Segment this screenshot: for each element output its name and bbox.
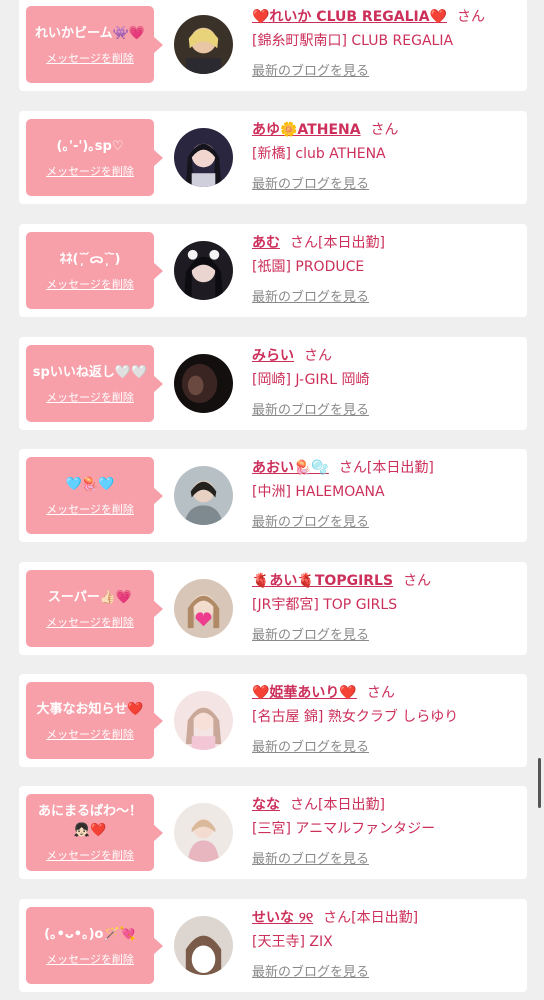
avatar[interactable] [174,579,233,638]
latest-blog-link[interactable]: 最新のブログを見る [252,848,369,867]
girl-info: ❤️姫華あいり❤️ さん [名古屋 錦] 熟女クラブ しらゆり 最新のブログを見る [252,682,522,755]
message-card: (｡'-')｡sp♡ メッセージを削除 あゆ🌼ATHENA さん [新橋] clu… [19,111,527,204]
scrollbar[interactable] [538,758,541,808]
girl-name-link[interactable]: ❤️れいか CLUB REGALIA❤️ [252,9,447,25]
message-text: 🩵🪼🩵 [65,476,115,492]
delete-message-link[interactable]: メッセージを削除 [46,726,134,742]
latest-blog-link[interactable]: 最新のブログを見る [252,60,369,79]
delete-message-link[interactable]: メッセージを削除 [46,163,134,179]
latest-blog-link[interactable]: 最新のブログを見る [252,511,369,530]
message-bubble: spいいね返し🤍🤍 メッセージを削除 [26,345,163,422]
message-bubble: (｡'-')｡sp♡ メッセージを削除 [26,119,163,196]
work-status: [本日出勤] [318,235,385,251]
girl-info: 🫀あい🫀TOPGIRLS さん [JR宇都宮] TOP GIRLS 最新のブログを… [252,570,522,643]
shop-name: [JR宇都宮] TOP GIRLS [252,597,398,613]
girl-name-link[interactable]: なな [252,797,280,813]
latest-blog-link[interactable]: 最新のブログを見る [252,736,369,755]
delete-message-link[interactable]: メッセージを削除 [46,276,134,292]
shop-name: [錦糸町駅南口] CLUB REGALIA [252,33,454,49]
message-text: ﾈﾈ(˘̩̩̩ ᷄ᯅ˘̩̩̩ ᷅) [59,251,121,267]
girl-info: せいな ୨୧ さん[本日出勤] [天王寺] ZIX 最新のブログを見る [252,907,522,980]
delete-message-link[interactable]: メッセージを削除 [46,50,134,66]
girl-info: なな さん[本日出勤] [三宮] アニマルファンタジー 最新のブログを見る [252,794,522,867]
work-status: [本日出勤] [318,797,385,813]
message-card: (｡•ᴗ•｡)o🪄💘 メッセージを削除 せいな ୨୧ さん[本日出勤] [天王寺]… [19,899,527,992]
message-bubble: (｡•ᴗ•｡)o🪄💘 メッセージを削除 [26,907,163,984]
avatar[interactable] [174,354,233,413]
girl-name-link[interactable]: あゆ🌼ATHENA [252,122,361,138]
avatar[interactable] [174,15,233,74]
message-card: ﾈﾈ(˘̩̩̩ ᷄ᯅ˘̩̩̩ ᷅) メッセージを削除 あむ さん[本日出勤] [祇… [19,224,527,317]
honorific: さん [290,235,318,251]
message-text: れいかビーム👾💗 [35,25,145,41]
message-text: スーパー👍🏻💗 [47,589,133,605]
avatar[interactable] [174,691,233,750]
shop-name: [祇園] PRODUCE [252,259,365,275]
message-bubble: 大事なお知らせ❤️ メッセージを削除 [26,682,163,759]
latest-blog-link[interactable]: 最新のブログを見る [252,173,369,192]
latest-blog-link[interactable]: 最新のブログを見る [252,961,369,980]
honorific: さん [323,910,352,926]
delete-message-link[interactable]: メッセージを削除 [46,951,134,967]
honorific: さん [456,9,485,25]
shop-name: [新橋] club ATHENA [252,146,386,162]
shop-name: [三宮] アニマルファンタジー [252,821,436,837]
honorific: さん [290,797,318,813]
work-status: [本日出勤] [351,910,419,926]
avatar[interactable] [174,241,233,300]
delete-message-link[interactable]: メッセージを削除 [46,389,134,405]
girl-name-link[interactable]: ❤️姫華あいり❤️ [252,685,357,701]
message-text: (｡•ᴗ•｡)o🪄💘 [44,926,136,942]
honorific: さん [338,460,367,476]
avatar[interactable] [174,803,233,862]
girl-info: みらい さん [岡崎] J-GIRL 岡崎 最新のブログを見る [252,345,522,418]
girl-info: あむ さん[本日出勤] [祇園] PRODUCE 最新のブログを見る [252,232,522,305]
message-bubble: あにまるぱわ〜！👧🏻❤️ メッセージを削除 [26,794,163,871]
honorific: さん [304,348,332,364]
message-bubble: ﾈﾈ(˘̩̩̩ ᷄ᯅ˘̩̩̩ ᷅) メッセージを削除 [26,232,163,309]
girl-info: あおい🪼🫧 さん[本日出勤] [中洲] HALEMOANA 最新のブログを見る [252,457,522,530]
message-bubble: スーパー👍🏻💗 メッセージを削除 [26,570,163,647]
girl-info: ❤️れいか CLUB REGALIA❤️ さん [錦糸町駅南口] CLUB REG… [252,6,522,79]
shop-name: [中洲] HALEMOANA [252,484,385,500]
shop-name: [天王寺] ZIX [252,934,333,950]
message-card: 🩵🪼🩵 メッセージを削除 あおい🪼🫧 さん[本日出勤] [中洲] HALEMOAN… [19,449,527,542]
message-card: スーパー👍🏻💗 メッセージを削除 🫀あい🫀TOPGIRLS さん [JR宇都宮] … [19,562,527,655]
girl-name-link[interactable]: あおい🪼🫧 [252,460,329,476]
avatar[interactable] [174,916,233,975]
message-card: spいいね返し🤍🤍 メッセージを削除 みらい さん [岡崎] J-GIRL 岡崎 … [19,337,527,430]
shop-name: [岡崎] J-GIRL 岡崎 [252,372,370,388]
message-list: れいかビーム👾💗 メッセージを削除 ❤️れいか CLUB REGALIA❤️ さん… [0,0,544,1000]
latest-blog-link[interactable]: 最新のブログを見る [252,286,369,305]
delete-message-link[interactable]: メッセージを削除 [46,501,134,517]
honorific: さん [366,685,395,701]
message-bubble: 🩵🪼🩵 メッセージを削除 [26,457,163,534]
work-status: [本日出勤] [366,460,434,476]
delete-message-link[interactable]: メッセージを削除 [46,847,134,863]
honorific: さん [403,573,432,589]
message-card: あにまるぱわ〜！👧🏻❤️ メッセージを削除 なな さん[本日出勤] [三宮] アニ… [19,786,527,879]
avatar[interactable] [174,466,233,525]
message-text: 大事なお知らせ❤️ [36,701,144,717]
message-text: あにまるぱわ〜！👧🏻❤️ [37,804,142,838]
message-bubble: れいかビーム👾💗 メッセージを削除 [26,6,163,83]
message-card: 大事なお知らせ❤️ メッセージを削除 ❤️姫華あいり❤️ さん [名古屋 錦] 熟… [19,674,527,767]
message-text: spいいね返し🤍🤍 [32,364,148,380]
honorific: さん [370,122,399,138]
girl-name-link[interactable]: みらい [252,348,294,364]
girl-name-link[interactable]: 🫀あい🫀TOPGIRLS [252,573,393,589]
shop-name: [名古屋 錦] 熟女クラブ しらゆり [252,709,459,725]
message-text: (｡'-')｡sp♡ [56,138,124,154]
latest-blog-link[interactable]: 最新のブログを見る [252,399,369,418]
girl-name-link[interactable]: せいな ୨୧ [252,910,313,926]
girl-info: あゆ🌼ATHENA さん [新橋] club ATHENA 最新のブログを見る [252,119,522,192]
delete-message-link[interactable]: メッセージを削除 [46,614,134,630]
latest-blog-link[interactable]: 最新のブログを見る [252,624,369,643]
girl-name-link[interactable]: あむ [252,235,280,251]
avatar[interactable] [174,128,233,187]
message-card: れいかビーム👾💗 メッセージを削除 ❤️れいか CLUB REGALIA❤️ さん… [19,0,527,91]
